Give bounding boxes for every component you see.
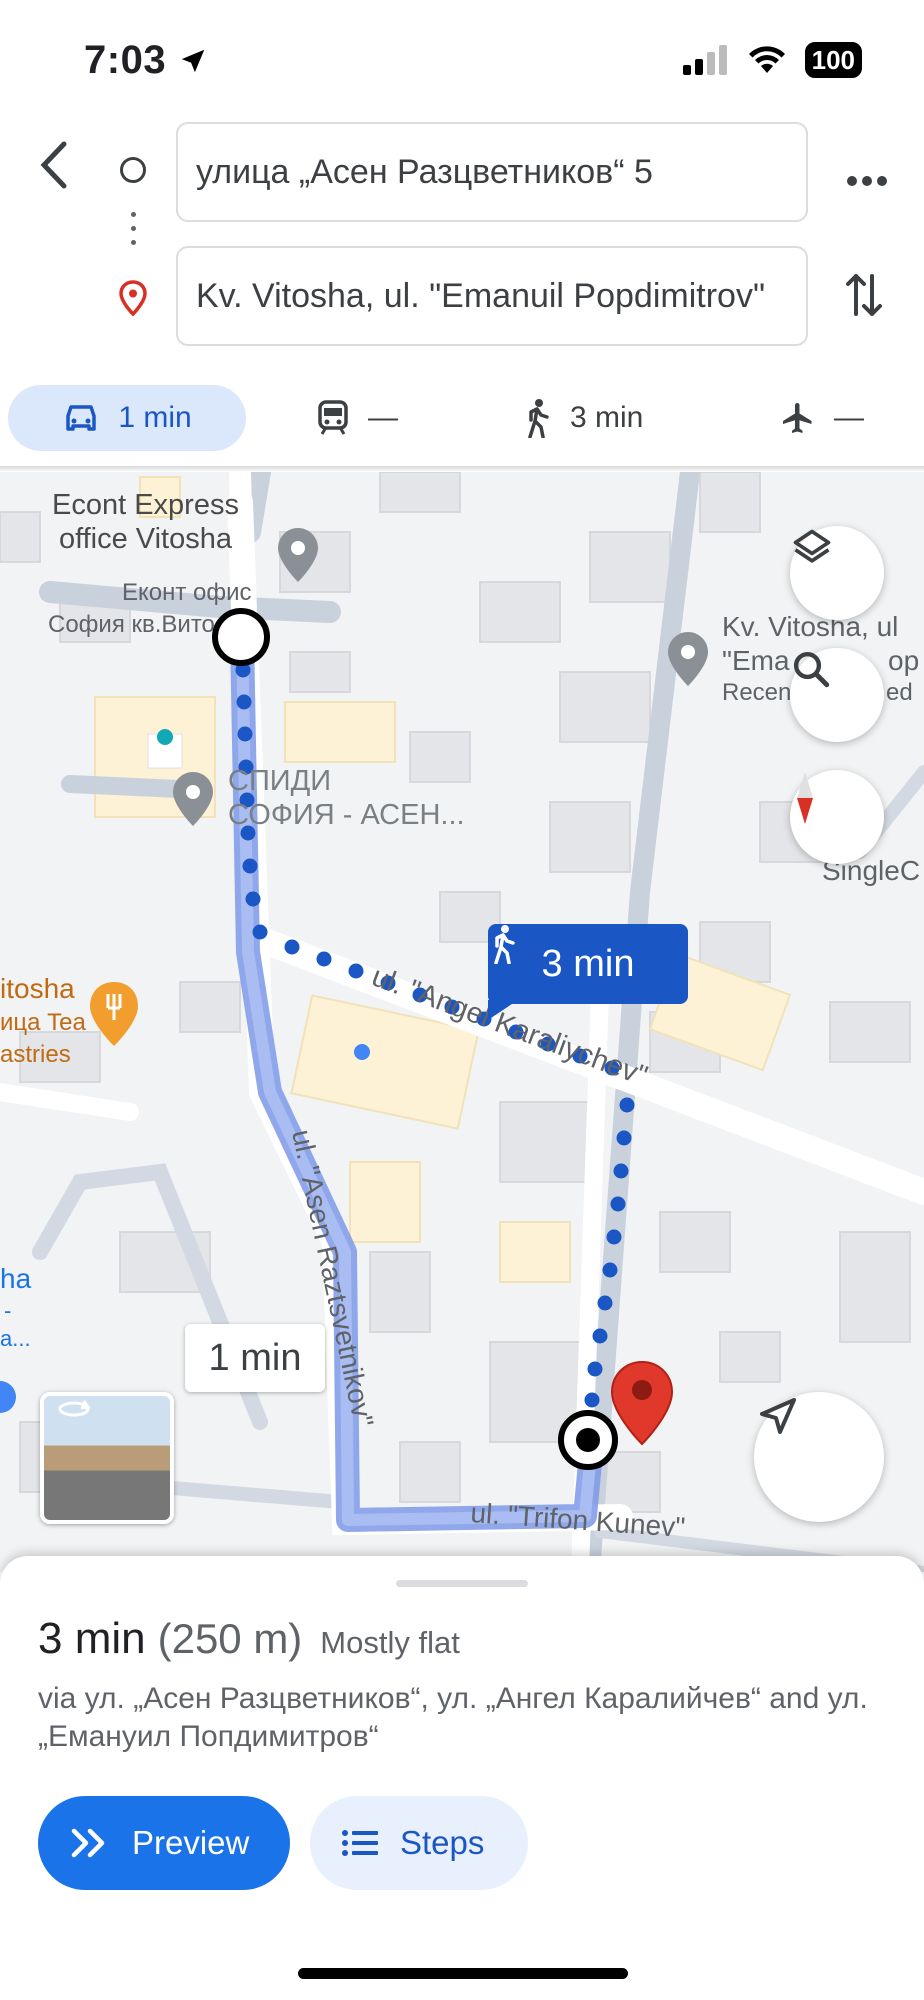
destination-label-line2b: ор: [888, 645, 920, 676]
poi-econt-label[interactable]: Econt Express office Vitosha: [52, 488, 239, 556]
swap-vertical-icon: [846, 274, 882, 316]
poi-econt-bg-line1: Еконт офис: [122, 579, 252, 606]
destination-label-line3: Recen: [722, 679, 792, 706]
location-arrow-icon: [181, 49, 204, 73]
status-icons: 100: [682, 42, 862, 78]
map-view[interactable]: ul. "Angel Karaliychev" ul. "Asen Raztsv…: [0, 472, 924, 1572]
route-terrain: Mostly flat: [320, 1625, 460, 1660]
origin-input[interactable]: улица „Асен Разцветников“ 5: [176, 122, 808, 222]
route-details-sheet[interactable]: 3 min (250 m) Mostly flat via ул. „Асен Ра…: [0, 1556, 924, 2000]
status-time: 7:03: [84, 38, 208, 83]
route-via-text: via ул. „Асен Разцветников“, ул. „Ангел …: [38, 1682, 868, 1753]
mode-transit-tab[interactable]: —: [316, 385, 398, 451]
wifi-icon: [748, 46, 785, 73]
swap-button[interactable]: [844, 270, 884, 325]
home-indicator: [298, 1968, 628, 1979]
car-icon: [66, 405, 97, 431]
signal-icon: [682, 45, 727, 75]
preview-button[interactable]: Preview: [38, 1796, 290, 1890]
left-edge-label-3: a...: [0, 1326, 31, 1351]
driving-time: 1 min: [118, 401, 192, 434]
mode-flight-tab[interactable]: —: [780, 385, 864, 451]
more-options-button[interactable]: [846, 152, 888, 197]
walking-time: 3 min: [570, 401, 644, 434]
my-location-button[interactable]: [754, 1392, 884, 1522]
flight-time: —: [834, 401, 864, 434]
travel-mode-bar: 1 min — 3 min —: [0, 385, 924, 465]
route-summary: 3 min (250 m) Mostly flat: [38, 1614, 460, 1664]
compass-button[interactable]: [790, 770, 884, 864]
route-time: 3 min: [38, 1614, 146, 1663]
list-icon: [342, 1830, 378, 1856]
transit-time: —: [368, 401, 398, 434]
route-distance: (250 m): [157, 1615, 303, 1662]
poi-econt-bg-line2: София кв.Вито: [48, 611, 215, 638]
more-horizontal-icon: [847, 176, 887, 186]
back-button[interactable]: [36, 140, 72, 195]
mode-driving-tab[interactable]: 1 min: [8, 385, 246, 451]
walking-time-bubble[interactable]: 3 min: [488, 924, 688, 1004]
destination-label-line1: Kv. Vitosha, ul: [722, 611, 899, 642]
sheet-drag-handle[interactable]: [396, 1580, 528, 1587]
destination-label-line3b: ed: [886, 679, 913, 706]
destination-input[interactable]: Kv. Vitosha, ul. "Emanuil Popdimitrov": [176, 246, 808, 346]
route-dots-icon: [131, 212, 136, 254]
poi-cafe-line3: astries: [0, 1041, 71, 1068]
battery-indicator: 100: [804, 42, 862, 78]
origin-circle-icon: [120, 157, 146, 183]
destination-pin-icon: [118, 280, 148, 321]
search-map-button[interactable]: [790, 648, 884, 742]
airplane-icon: [783, 403, 812, 433]
layers-button[interactable]: [790, 526, 884, 620]
compass-icon: [797, 772, 813, 824]
steps-button[interactable]: Steps: [310, 1796, 528, 1890]
driving-time-bubble[interactable]: 1 min: [185, 1324, 325, 1392]
street-view-thumbnail[interactable]: [40, 1392, 174, 1524]
walking-icon: [494, 925, 515, 964]
poi-cafe-line2: ица Tea: [0, 1009, 86, 1036]
poi-cafe-line1: itosha: [0, 973, 75, 1004]
back-arrow-icon: [40, 141, 67, 189]
left-edge-label-1: ha: [0, 1263, 32, 1294]
search-icon: [793, 651, 830, 688]
rotate-360-icon: [58, 1400, 91, 1417]
navigation-arrow-icon: [760, 1398, 796, 1434]
transit-icon: [318, 400, 348, 435]
layers-icon: [793, 529, 831, 563]
mode-walking-tab[interactable]: 3 min: [522, 385, 643, 451]
walking-bubble-tail: [488, 1000, 518, 1020]
double-chevron-right-icon: [71, 1828, 105, 1858]
poi-speedy-label[interactable]: СПИДИ СОФИЯ - АСЕН...: [228, 764, 465, 832]
destination-label-line2: "Ema: [722, 645, 790, 676]
walking-icon: [528, 399, 549, 438]
